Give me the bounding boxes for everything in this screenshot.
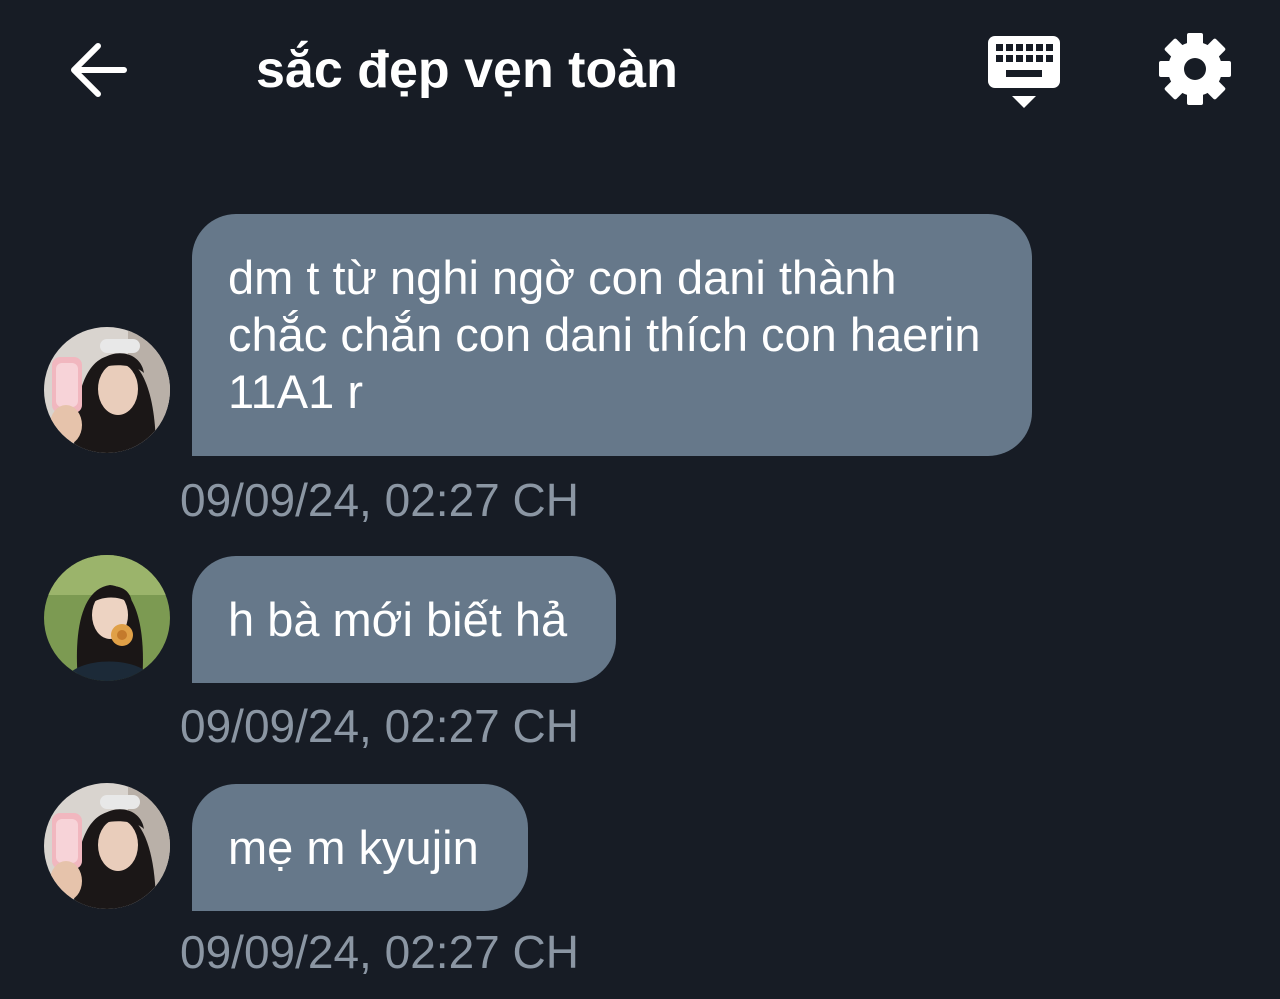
message-bubble[interactable]: h bà mới biết hả <box>192 556 616 683</box>
message-text: dm t từ nghi ngờ con dani thành chắc chắ… <box>228 251 981 418</box>
settings-button[interactable] <box>1156 30 1234 108</box>
avatar[interactable] <box>44 327 170 453</box>
keyboard-hide-icon <box>988 36 1060 108</box>
message-timestamp: 09/09/24, 02:27 CH <box>180 700 579 752</box>
chat-screen: sắc đẹp vẹn toàn dm t từ nghi ngờ con da… <box>0 0 1280 999</box>
message-timestamp: 09/09/24, 02:27 CH <box>180 474 579 526</box>
message-bubble[interactable]: dm t từ nghi ngờ con dani thành chắc chắ… <box>192 214 1032 456</box>
chat-title: sắc đẹp vẹn toàn <box>256 41 678 99</box>
avatar-photo-icon <box>44 555 170 681</box>
message-bubble[interactable]: mẹ m kyujin <box>192 784 528 911</box>
avatar-photo-icon <box>44 783 170 909</box>
avatar[interactable] <box>44 783 170 909</box>
avatar[interactable] <box>44 555 170 681</box>
gear-icon <box>1159 33 1231 105</box>
message-text: mẹ m kyujin <box>228 821 479 874</box>
chat-header: sắc đẹp vẹn toàn <box>0 0 1280 140</box>
arrow-left-icon <box>71 43 127 97</box>
message-timestamp: 09/09/24, 02:27 CH <box>180 926 579 978</box>
keyboard-button[interactable] <box>984 30 1064 114</box>
back-button[interactable] <box>62 32 138 108</box>
avatar-photo-icon <box>44 327 170 453</box>
message-text: h bà mới biết hả <box>228 593 568 646</box>
